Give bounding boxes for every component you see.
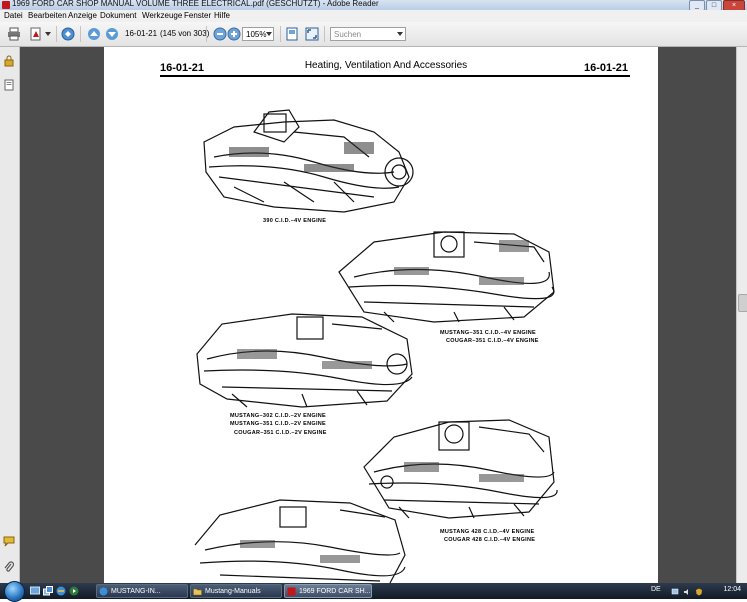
- search-input[interactable]: Suchen: [330, 27, 406, 41]
- folder-icon: [193, 587, 202, 596]
- lock-icon[interactable]: [3, 55, 15, 67]
- clock[interactable]: 12:04: [723, 586, 741, 593]
- page-count: (145 von 303): [160, 29, 210, 38]
- menu-anzeige[interactable]: Anzeige: [68, 11, 97, 20]
- task-label: 1969 FORD CAR SH...: [299, 588, 371, 595]
- caption-cougar-428-4v: COUGAR 428 C.I.D.–4V ENGINE: [444, 537, 536, 543]
- system-tray: DE 12:04: [647, 583, 747, 599]
- zoom-in-icon[interactable]: [226, 26, 242, 42]
- caption-mustang-428-4v: MUSTANG 428 C.I.D.–4V ENGINE: [440, 529, 535, 535]
- caption-mustang-302-2v: MUSTANG–302 C.I.D.–2V ENGINE: [230, 413, 327, 419]
- toolbar-separator: [324, 26, 325, 42]
- caption-mustang-351-4v: MUSTANG–351 C.I.D.–4V ENGINE: [440, 330, 537, 336]
- engine-351-2v-illustration: [196, 313, 413, 408]
- toolbar: 16-01-21 (145 von 303) 105% Suchen: [0, 22, 747, 47]
- attachment-icon[interactable]: [3, 561, 15, 573]
- comments-icon[interactable]: [3, 535, 15, 547]
- browser-icon: [99, 587, 108, 596]
- task-mustang-in[interactable]: MUSTANG-IN...: [96, 584, 188, 598]
- caption-390-engine: 390 C.I.D.–4V ENGINE: [263, 218, 327, 224]
- taskbar: MUSTANG-IN... Mustang-Manuals 1969 FORD …: [0, 581, 747, 602]
- toolbar-separator: [280, 26, 281, 42]
- toolbar-separator: [80, 26, 81, 42]
- engine-390-illustration: [203, 109, 414, 213]
- menu-werkzeuge[interactable]: Werkzeuge: [142, 11, 182, 20]
- speaker-icon[interactable]: [683, 587, 691, 595]
- caption-cougar-351-4v: COUGAR–351 C.I.D.–4V ENGINE: [446, 338, 539, 344]
- title-bar: 1969 FORD CAR SHOP MANUAL VOLUME THREE E…: [0, 0, 747, 11]
- toolbar-separator: [56, 26, 57, 42]
- media-player-icon[interactable]: [69, 586, 79, 596]
- vertical-scrollbar[interactable]: [736, 47, 747, 583]
- caption-mustang-351-2v: MUSTANG–351 C.I.D.–2V ENGINE: [230, 421, 327, 427]
- toolbar-separator: [206, 26, 207, 42]
- full-screen-icon[interactable]: [304, 26, 320, 42]
- network-icon[interactable]: [671, 587, 679, 595]
- collaborate-icon[interactable]: [60, 26, 76, 42]
- next-page-icon[interactable]: [104, 26, 120, 42]
- window-controls: _ □ ×: [689, 0, 745, 11]
- menu-fenster[interactable]: Fenster: [184, 11, 211, 20]
- language-indicator[interactable]: DE: [651, 586, 661, 593]
- adobe-reader-icon: [287, 587, 296, 596]
- task-label: Mustang-Manuals: [205, 588, 261, 595]
- security-icon[interactable]: [695, 587, 703, 596]
- caption-cougar-351-2v: COUGAR–351 C.I.D.–2V ENGINE: [234, 430, 327, 436]
- pages-icon[interactable]: [3, 79, 15, 91]
- scrollbar-thumb[interactable]: [738, 294, 747, 312]
- print-icon[interactable]: [6, 26, 22, 42]
- task-mustang-manuals[interactable]: Mustang-Manuals: [190, 584, 282, 598]
- browser-icon[interactable]: [56, 586, 66, 596]
- menu-dokument[interactable]: Dokument: [100, 11, 136, 20]
- switch-windows-icon[interactable]: [43, 586, 53, 596]
- adobe-reader-icon: [2, 1, 10, 9]
- chevron-down-icon[interactable]: [265, 26, 273, 42]
- menu-datei[interactable]: Datei: [4, 11, 23, 20]
- menu-bearbeiten[interactable]: Bearbeiten: [28, 11, 67, 20]
- previous-page-icon[interactable]: [86, 26, 102, 42]
- navigation-panel: [0, 47, 20, 583]
- engine-partial-illustration: [194, 499, 406, 583]
- chevron-down-icon[interactable]: [396, 26, 404, 42]
- page-number-input[interactable]: 16-01-21: [122, 27, 158, 41]
- header-rule: [160, 75, 630, 77]
- pdf-page: 16-01-21 Heating, Ventilation And Access…: [104, 47, 658, 583]
- menu-hilfe[interactable]: Hilfe: [214, 11, 230, 20]
- chevron-down-icon[interactable]: [44, 26, 52, 42]
- task-adobe-reader[interactable]: 1969 FORD CAR SH...: [284, 584, 372, 598]
- window-title: 1969 FORD CAR SHOP MANUAL VOLUME THREE E…: [12, 0, 379, 8]
- page-title: Heating, Ventilation And Accessories: [304, 60, 468, 71]
- fit-page-icon[interactable]: [284, 26, 300, 42]
- show-desktop-icon[interactable]: [30, 586, 40, 596]
- create-pdf-icon[interactable]: [28, 26, 44, 42]
- page-number-right: 16-01-21: [583, 62, 628, 74]
- task-label: MUSTANG-IN...: [111, 588, 161, 595]
